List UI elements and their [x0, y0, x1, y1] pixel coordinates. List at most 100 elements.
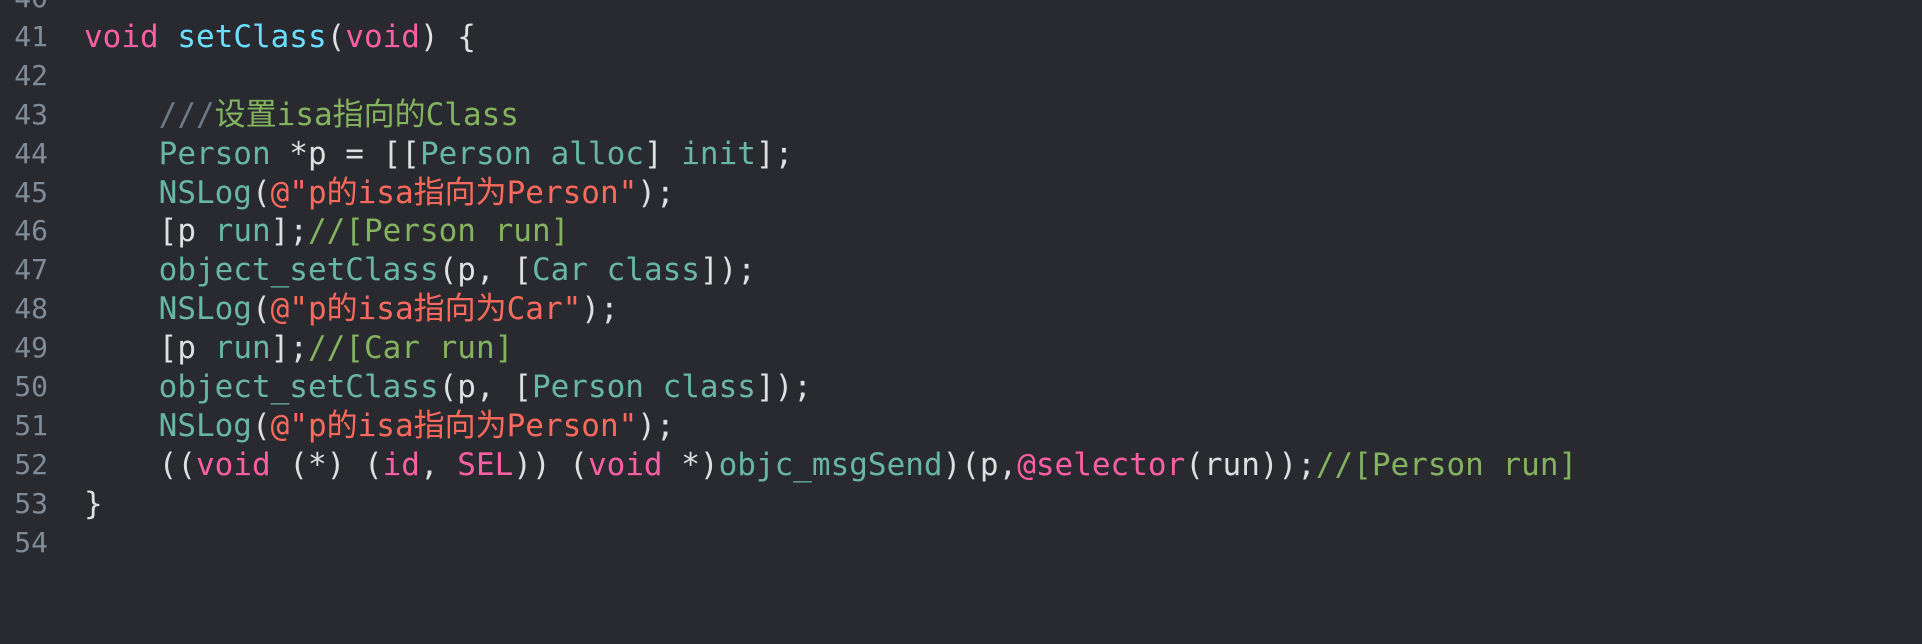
- code-token: )(p,: [942, 446, 1018, 483]
- line-number: 52: [14, 447, 48, 481]
- code-token: (p, [: [438, 369, 532, 405]
- code-token: ];: [755, 135, 794, 172]
- code-text[interactable]: NSLog(@"p的isa指向为Person");: [84, 406, 675, 446]
- code-text[interactable]: object_setClass(p, [Car class]);: [84, 250, 756, 290]
- line-number: 49: [14, 331, 48, 365]
- code-line[interactable]: 42: [0, 56, 1922, 96]
- code-token: (: [251, 291, 271, 328]
- line-number: 46: [14, 214, 48, 248]
- code-line[interactable]: 47 object_setClass(p, [Car class]);: [0, 250, 1922, 290]
- code-token: );: [637, 174, 675, 211]
- code-token: object_setClass: [158, 252, 439, 289]
- code-line[interactable]: 46 [p run];//[Person run]: [0, 211, 1922, 251]
- code-token: @"p的isa指向为Person": [270, 174, 638, 211]
- code-line[interactable]: 43 ///设置isa指向的Class: [0, 95, 1922, 135]
- code-token: NSLog: [158, 407, 252, 444]
- code-token: @selector: [1017, 446, 1186, 483]
- code-text[interactable]: NSLog(@"p的isa指向为Person");: [84, 173, 675, 213]
- code-token: setClass: [177, 18, 327, 55]
- code-token: class: [662, 369, 756, 405]
- code-token: )) (: [513, 446, 588, 483]
- code-text[interactable]: NSLog(@"p的isa指向为Car");: [84, 289, 619, 329]
- code-token: Person: [158, 135, 271, 172]
- code-line[interactable]: 53}: [0, 484, 1922, 524]
- line-number: 41: [14, 19, 48, 53]
- code-token: //[Car run]: [307, 330, 514, 367]
- code-token: Person: [419, 135, 532, 172]
- code-token: (run));: [1185, 446, 1316, 483]
- code-token: (*) (: [270, 446, 383, 483]
- code-text[interactable]: ((void (*) (id, SEL)) (void *)objc_msgSe…: [84, 445, 1578, 485]
- line-number: 53: [14, 486, 48, 520]
- code-text[interactable]: }: [84, 484, 103, 524]
- line-number: 40: [0, 0, 48, 18]
- code-line[interactable]: 49 [p run];//[Car run]: [0, 328, 1922, 368]
- code-line[interactable]: 45 NSLog(@"p的isa指向为Person");: [0, 173, 1922, 213]
- code-line[interactable]: 48 NSLog(@"p的isa指向为Car");: [0, 289, 1922, 329]
- code-token: object_setClass: [158, 369, 439, 405]
- code-token: ) {: [419, 18, 476, 55]
- line-number: 45: [14, 175, 48, 209]
- code-token: (p, [: [438, 252, 532, 289]
- line-number: 50: [14, 370, 48, 403]
- code-token: objc_msgSend: [718, 446, 943, 483]
- code-token: [p: [84, 213, 215, 250]
- code-token: @"p的isa指向为Person": [270, 407, 638, 444]
- code-text[interactable]: object_setClass(p, [Person class]);: [84, 367, 812, 407]
- code-token: (: [251, 174, 271, 211]
- code-line[interactable]: 52 ((void (*) (id, SEL)) (void *)objc_ms…: [0, 445, 1922, 485]
- code-token: ,: [419, 446, 458, 483]
- code-token: Car: [531, 252, 588, 289]
- code-token: ];: [270, 330, 308, 367]
- code-line[interactable]: 44 Person *p = [[Person alloc] init];: [0, 134, 1922, 174]
- code-line[interactable]: 40: [0, 0, 1922, 18]
- code-text[interactable]: ///设置isa指向的Class: [84, 95, 519, 135]
- code-line[interactable]: 50 object_setClass(p, [Person class]);: [0, 367, 1922, 407]
- code-token: //[Person run]: [307, 213, 570, 250]
- code-token: NSLog: [158, 291, 252, 328]
- code-token: ((: [84, 446, 196, 483]
- code-token: id: [382, 446, 420, 483]
- code-line[interactable]: 54: [0, 523, 1922, 563]
- code-text[interactable]: void setClass(void) {: [84, 17, 476, 57]
- code-token: run: [214, 330, 271, 367]
- code-token: (: [326, 18, 346, 55]
- code-text[interactable]: [p run];//[Car run]: [84, 328, 514, 368]
- code-editor[interactable]: 4041void setClass(void) {4243 ///设置isa指向…: [0, 0, 1922, 644]
- line-number: 54: [14, 525, 48, 559]
- code-token: ]: [643, 135, 682, 172]
- code-token: run: [214, 213, 271, 250]
- code-line[interactable]: 51 NSLog(@"p的isa指向为Person");: [0, 406, 1922, 446]
- code-token: ///: [158, 96, 215, 133]
- code-token: }: [84, 485, 103, 522]
- code-token: void: [84, 18, 159, 55]
- code-token: void: [345, 18, 420, 55]
- code-token: init: [681, 135, 756, 172]
- code-token: class: [606, 252, 700, 289]
- code-token: *): [662, 446, 719, 483]
- code-token: Person: [531, 369, 644, 405]
- line-number: 42: [14, 58, 48, 92]
- code-token: [p: [84, 330, 215, 367]
- code-text[interactable]: Person *p = [[Person alloc] init];: [84, 134, 794, 174]
- code-token: //[Person run]: [1315, 446, 1578, 483]
- code-token: ]);: [755, 369, 812, 405]
- code-token: 设置isa指向的Class: [214, 96, 519, 133]
- code-token: );: [581, 291, 619, 328]
- code-token: @"p的isa指向为Car": [270, 291, 582, 328]
- code-token: void: [195, 446, 271, 483]
- code-text[interactable]: [p run];//[Person run]: [84, 211, 570, 251]
- line-number: 48: [14, 292, 48, 326]
- code-token: ]);: [699, 252, 756, 289]
- code-line[interactable]: 41 void setClass(void) {: [0, 17, 1922, 57]
